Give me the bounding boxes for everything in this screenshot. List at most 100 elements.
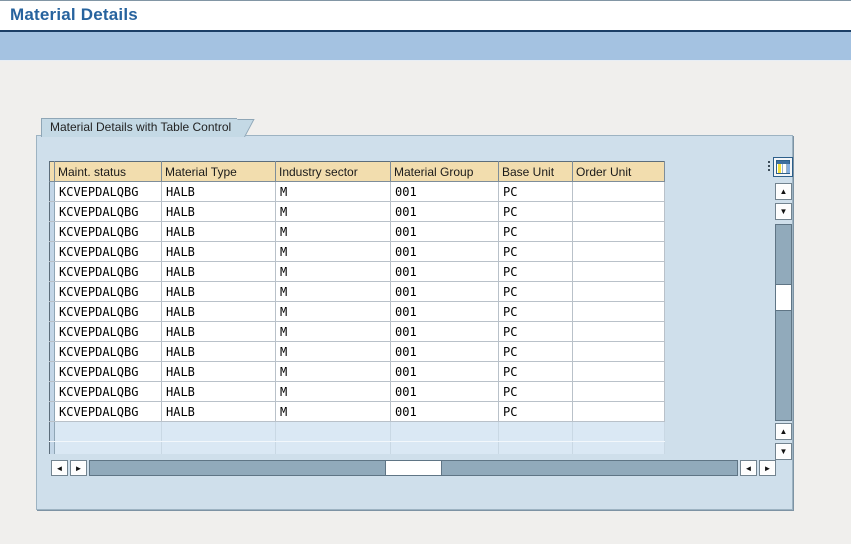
table-cell[interactable]: M (275, 361, 391, 382)
table-cell[interactable]: PC (498, 321, 573, 342)
table-cell[interactable]: HALB (161, 221, 276, 242)
table-cell[interactable]: 001 (390, 201, 499, 222)
table-cell[interactable]: HALB (161, 201, 276, 222)
empty-table-cell[interactable] (390, 421, 499, 442)
horizontal-scrollbar-thumb[interactable] (385, 461, 442, 475)
table-cell[interactable]: M (275, 381, 391, 402)
table-cell[interactable]: KCVEPDALQBG (54, 181, 162, 202)
table-cell[interactable]: PC (498, 201, 573, 222)
table-cell[interactable]: HALB (161, 341, 276, 362)
empty-table-cell[interactable] (572, 421, 665, 442)
empty-table-cell[interactable] (390, 441, 499, 454)
scroll-col-left-button[interactable]: ◄ (51, 460, 68, 476)
table-settings-button[interactable] (773, 157, 793, 177)
scroll-page-up-button[interactable]: ▲ (775, 423, 792, 440)
table-cell[interactable]: PC (498, 381, 573, 402)
table-cell[interactable]: PC (498, 261, 573, 282)
table-cell[interactable] (572, 321, 665, 342)
table-cell[interactable] (572, 381, 665, 402)
table-cell[interactable] (572, 201, 665, 222)
table-cell[interactable] (572, 401, 665, 422)
table-cell[interactable]: 001 (390, 281, 499, 302)
table-cell[interactable]: KCVEPDALQBG (54, 261, 162, 282)
table-cell[interactable]: KCVEPDALQBG (54, 361, 162, 382)
table-cell[interactable] (572, 301, 665, 322)
table-cell[interactable]: HALB (161, 241, 276, 262)
table-cell[interactable]: KCVEPDALQBG (54, 301, 162, 322)
empty-table-cell[interactable] (54, 421, 162, 442)
column-header-industry-sector[interactable]: Industry sector (275, 161, 391, 182)
table-cell[interactable]: M (275, 241, 391, 262)
table-cell[interactable]: M (275, 321, 391, 342)
table-cell[interactable]: 001 (390, 221, 499, 242)
table-cell[interactable]: M (275, 221, 391, 242)
tab-material-details-with-table-control[interactable]: Material Details with Table Control (41, 118, 238, 137)
table-cell[interactable]: 001 (390, 341, 499, 362)
table-cell[interactable]: HALB (161, 401, 276, 422)
table-cell[interactable]: M (275, 401, 391, 422)
empty-table-cell[interactable] (161, 421, 276, 442)
column-header-maint-status[interactable]: Maint. status (54, 161, 162, 182)
empty-table-cell[interactable] (498, 421, 573, 442)
table-cell[interactable]: PC (498, 281, 573, 302)
scroll-page-down-button[interactable]: ▼ (775, 443, 792, 460)
table-cell[interactable] (572, 221, 665, 242)
table-cell[interactable]: HALB (161, 281, 276, 302)
scroll-row-down-button[interactable]: ▼ (775, 203, 792, 220)
table-cell[interactable]: M (275, 341, 391, 362)
table-cell[interactable]: PC (498, 301, 573, 322)
horizontal-scrollbar-track[interactable] (89, 460, 738, 476)
table-cell[interactable]: PC (498, 361, 573, 382)
table-cell[interactable]: PC (498, 181, 573, 202)
table-cell[interactable]: KCVEPDALQBG (54, 381, 162, 402)
table-cell[interactable]: 001 (390, 381, 499, 402)
table-cell[interactable] (572, 241, 665, 262)
table-cell[interactable]: HALB (161, 361, 276, 382)
table-cell[interactable]: M (275, 181, 391, 202)
table-cell[interactable]: HALB (161, 381, 276, 402)
table-cell[interactable]: KCVEPDALQBG (54, 401, 162, 422)
table-cell[interactable]: PC (498, 341, 573, 362)
empty-table-cell[interactable] (275, 421, 391, 442)
table-cell[interactable]: PC (498, 221, 573, 242)
scroll-row-up-button[interactable]: ▲ (775, 183, 792, 200)
column-header-order-unit[interactable]: Order Unit (572, 161, 665, 182)
vertical-scrollbar-track[interactable] (775, 224, 792, 421)
empty-table-cell[interactable] (572, 441, 665, 454)
scroll-page-right-button[interactable]: ► (759, 460, 776, 476)
table-cell[interactable]: PC (498, 241, 573, 262)
table-cell[interactable]: 001 (390, 401, 499, 422)
table-cell[interactable]: 001 (390, 361, 499, 382)
table-cell[interactable]: HALB (161, 321, 276, 342)
table-cell[interactable] (572, 261, 665, 282)
table-cell[interactable]: 001 (390, 261, 499, 282)
scroll-col-right-button[interactable]: ► (70, 460, 87, 476)
column-header-material-type[interactable]: Material Type (161, 161, 276, 182)
table-cell[interactable]: HALB (161, 181, 276, 202)
scroll-page-left-button[interactable]: ◄ (740, 460, 757, 476)
empty-table-cell[interactable] (161, 441, 276, 454)
table-cell[interactable]: KCVEPDALQBG (54, 241, 162, 262)
table-cell[interactable]: 001 (390, 301, 499, 322)
empty-table-cell[interactable] (498, 441, 573, 454)
table-cell[interactable]: HALB (161, 261, 276, 282)
table-cell[interactable] (572, 181, 665, 202)
table-cell[interactable]: KCVEPDALQBG (54, 321, 162, 342)
empty-table-cell[interactable] (54, 441, 162, 454)
table-cell[interactable]: M (275, 201, 391, 222)
table-cell[interactable]: HALB (161, 301, 276, 322)
table-cell[interactable] (572, 341, 665, 362)
table-cell[interactable]: 001 (390, 241, 499, 262)
table-cell[interactable]: KCVEPDALQBG (54, 201, 162, 222)
column-header-material-group[interactable]: Material Group (390, 161, 499, 182)
table-cell[interactable]: M (275, 301, 391, 322)
column-header-base-unit[interactable]: Base Unit (498, 161, 573, 182)
table-cell[interactable]: KCVEPDALQBG (54, 281, 162, 302)
table-cell[interactable] (572, 361, 665, 382)
table-cell[interactable]: M (275, 281, 391, 302)
table-cell[interactable] (572, 281, 665, 302)
table-cell[interactable]: 001 (390, 181, 499, 202)
vertical-scrollbar-thumb[interactable] (776, 284, 791, 311)
table-cell[interactable]: 001 (390, 321, 499, 342)
table-cell[interactable]: KCVEPDALQBG (54, 221, 162, 242)
